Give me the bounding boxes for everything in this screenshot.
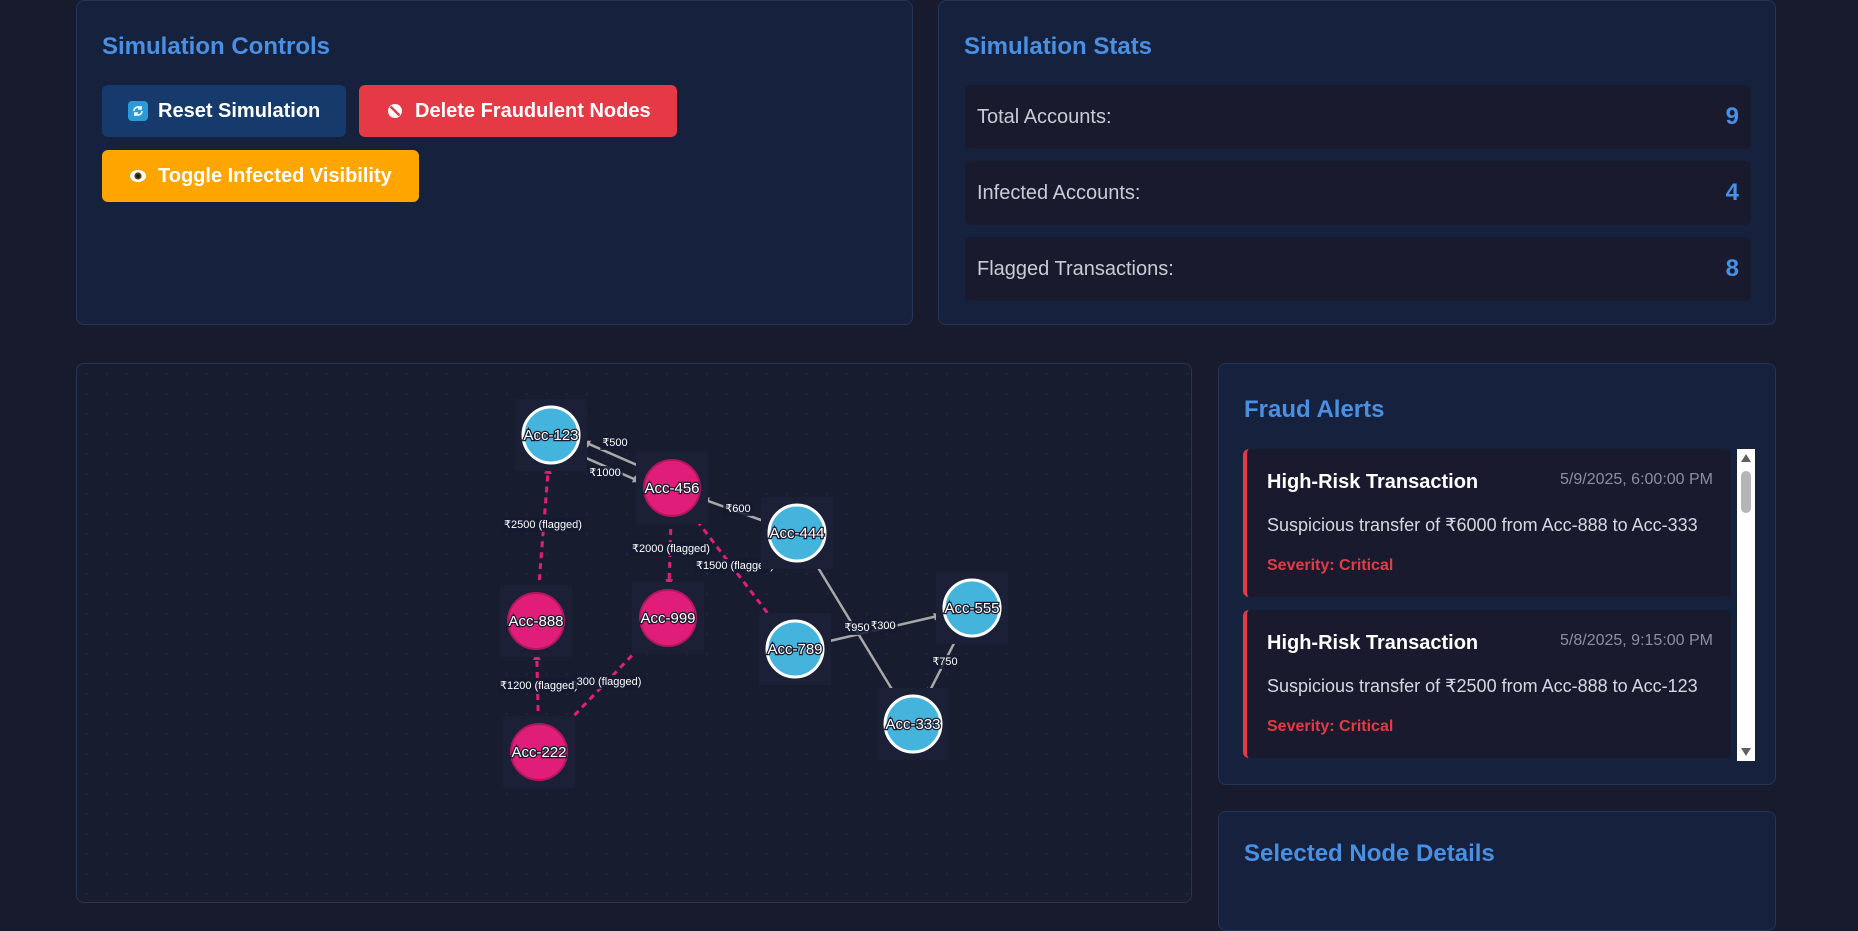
fraud-alerts-title: Fraud Alerts	[1244, 396, 1385, 423]
edge-amount-label: ₹300	[870, 620, 895, 632]
infected-account-node[interactable]: Acc-888	[500, 585, 572, 657]
transaction-graph[interactable]: ₹500 ₹1000 ₹600 ₹2500 (flagged) ₹2000 (flagg…	[76, 363, 1192, 903]
alert-time: 5/9/2025, 6:00:00 PM	[1560, 471, 1713, 488]
reset-simulation-label: Reset Simulation	[158, 99, 321, 122]
node-label: Acc-789	[767, 641, 822, 658]
alert-message: Suspicious transfer of ₹2500 from Acc-88…	[1267, 676, 1698, 696]
alert-card[interactable]: High-Risk Transaction 5/9/2025, 6:00:00 …	[1243, 449, 1731, 597]
prohibited-icon	[385, 101, 405, 121]
node-label: Acc-888	[508, 613, 563, 630]
node-label: Acc-222	[511, 744, 566, 761]
edge-amount-label: ₹750	[932, 656, 957, 668]
stat-infected-accounts: Infected Accounts: 4	[965, 161, 1751, 225]
node-label: Acc-555	[944, 600, 999, 617]
selected-node-details-title: Selected Node Details	[1244, 840, 1495, 867]
alert-card[interactable]: High-Risk Transaction 5/8/2025, 9:15:00 …	[1243, 610, 1731, 758]
selected-node-details-panel: Selected Node Details	[1218, 811, 1776, 931]
stat-total-accounts: Total Accounts: 9	[965, 85, 1751, 149]
edge-amount-label: ₹1200 (flagged)	[500, 680, 578, 692]
node-label: Acc-123	[523, 427, 578, 444]
edge-amount-label: ₹2500 (flagged)	[504, 519, 582, 531]
account-node[interactable]: Acc-789	[759, 613, 831, 685]
delete-fraudulent-nodes-button[interactable]: Delete Fraudulent Nodes	[359, 85, 677, 137]
alert-message: Suspicious transfer of ₹6000 from Acc-88…	[1267, 515, 1698, 535]
scroll-down-arrow-icon[interactable]	[1741, 748, 1751, 756]
scroll-up-arrow-icon[interactable]	[1741, 454, 1751, 462]
stat-label: Total Accounts:	[977, 105, 1112, 128]
edge-amount-label: ₹500	[602, 437, 627, 449]
node-label: Acc-333	[885, 716, 940, 733]
infected-account-node[interactable]: Acc-222	[503, 716, 575, 788]
toggle-infected-visibility-label: Toggle Infected Visibility	[158, 164, 392, 187]
stat-value: 4	[1725, 179, 1739, 206]
simulation-stats-panel: Simulation Stats Total Accounts: 9 Infec…	[938, 0, 1776, 325]
account-node[interactable]: Acc-555	[936, 572, 1008, 644]
alert-severity: Severity: Critical	[1267, 557, 1394, 574]
node-label: Acc-999	[640, 610, 695, 627]
alert-time: 5/8/2025, 9:15:00 PM	[1560, 632, 1713, 649]
stat-label: Infected Accounts:	[977, 181, 1141, 204]
stat-value: 8	[1725, 255, 1739, 282]
simulation-stats-title: Simulation Stats	[964, 33, 1153, 60]
edge-amount-label: 300 (flagged)	[577, 676, 642, 688]
stat-label: Flagged Transactions:	[977, 257, 1174, 280]
toggle-infected-visibility-button[interactable]: Toggle Infected Visibility	[102, 150, 419, 202]
alert-title: High-Risk Transaction	[1267, 471, 1479, 493]
infected-account-node[interactable]: Acc-456	[636, 452, 708, 524]
transaction-graph-svg[interactable]: ₹500 ₹1000 ₹600 ₹2500 (flagged) ₹2000 (flagg…	[77, 364, 1193, 904]
alerts-scrollbar[interactable]	[1737, 449, 1755, 761]
account-node[interactable]: Acc-444	[761, 497, 833, 569]
stat-value: 9	[1725, 103, 1739, 130]
simulation-controls-panel: Simulation Controls Reset Simulation Del…	[76, 0, 913, 325]
edge-amount-label: ₹600	[725, 503, 750, 515]
account-node[interactable]: Acc-123	[515, 399, 587, 471]
alert-severity: Severity: Critical	[1267, 718, 1394, 735]
refresh-icon	[128, 101, 148, 121]
node-label: Acc-456	[644, 480, 699, 497]
alert-title: High-Risk Transaction	[1267, 632, 1479, 654]
infected-account-node[interactable]: Acc-999	[632, 582, 704, 654]
account-node[interactable]: Acc-333	[877, 688, 949, 760]
stat-flagged-transactions: Flagged Transactions: 8	[965, 237, 1751, 301]
eye-icon	[128, 166, 148, 186]
delete-fraudulent-nodes-label: Delete Fraudulent Nodes	[415, 99, 651, 122]
reset-simulation-button[interactable]: Reset Simulation	[102, 85, 346, 137]
edge-amount-label: ₹1000	[589, 467, 620, 479]
scrollbar-thumb[interactable]	[1741, 471, 1751, 513]
edge-amount-label: ₹2000 (flagged)	[632, 543, 710, 555]
edge-amount-label: ₹950	[844, 622, 869, 634]
node-label: Acc-444	[769, 525, 824, 542]
alerts-list[interactable]: High-Risk Transaction 5/9/2025, 6:00:00 …	[1219, 449, 1777, 761]
simulation-controls-title: Simulation Controls	[102, 33, 330, 60]
fraud-alerts-panel: Fraud Alerts High-Risk Transaction 5/9/2…	[1218, 363, 1776, 785]
